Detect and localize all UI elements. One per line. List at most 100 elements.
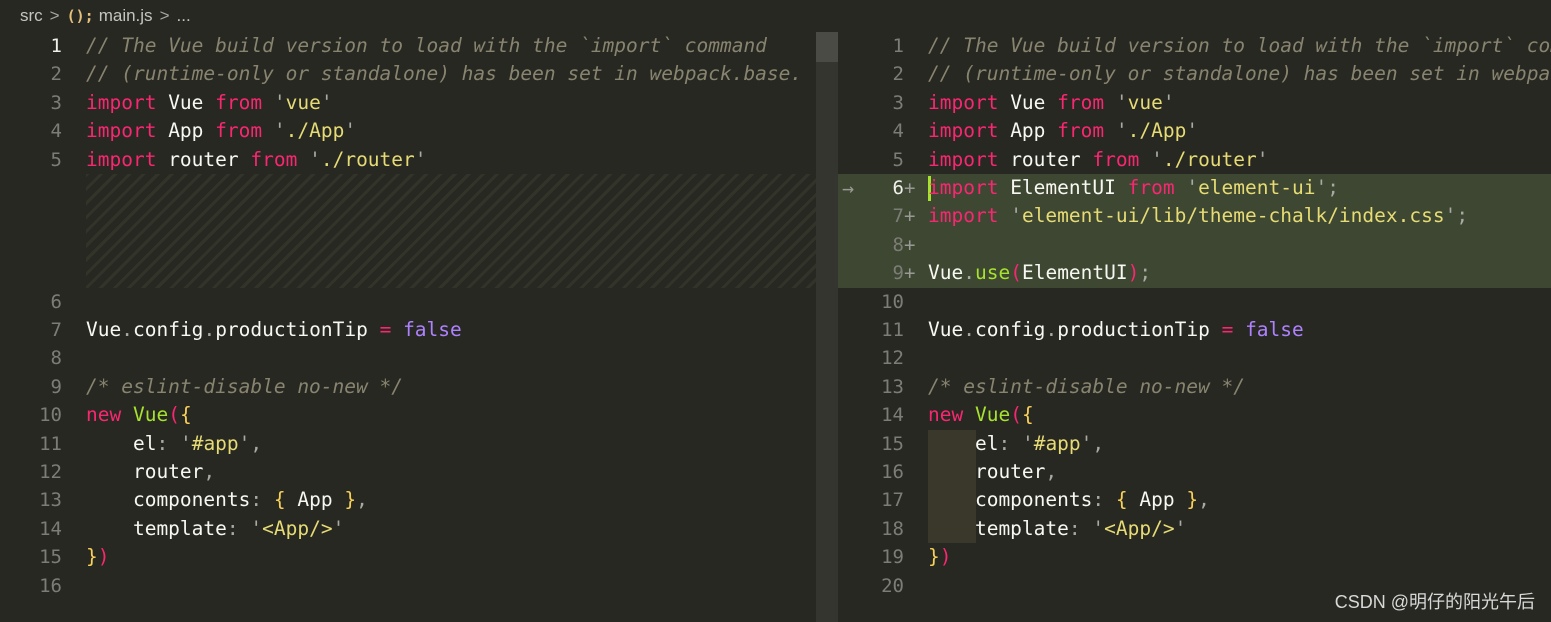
code-line[interactable]: 12 router, [0,458,838,486]
code-token: import [928,147,999,171]
code-token: ' [1186,119,1199,143]
code-token: // The Vue build version to load with th… [928,34,1551,57]
code-line[interactable]: 17 components: { App }, [838,486,1551,514]
code-token: from [1127,176,1175,199]
code-token: ' [1174,516,1187,540]
code-line[interactable]: 6 + → import ElementUI from 'element-ui'; [838,174,1551,202]
code-line[interactable]: 6 [0,288,838,316]
code-line[interactable]: 11 Vue.config.productionTip = false [838,316,1551,344]
code-line[interactable]: 5 import router from './router' [838,146,1551,174]
code-token: from [1057,90,1105,114]
code-token: vue [285,90,321,114]
code-token: ' [1092,516,1105,540]
line-number: 3 [50,91,62,114]
code-token: : [1068,516,1081,540]
code-text: import 'element-ui/lib/theme-chalk/index… [928,202,1468,230]
code-line[interactable]: 1 // The Vue build version to load with t… [0,32,838,60]
breadcrumb-separator: > [49,6,60,25]
code-line[interactable]: 18 template: '<App/>' [838,515,1551,543]
code-token: ' [320,90,333,114]
code-line[interactable]: 16 router, [838,458,1551,486]
line-number: 4 [892,120,904,143]
line-number: 19 [881,546,904,569]
breadcrumb-file[interactable]: main.js [99,6,153,26]
code-line[interactable]: 15}) [0,543,838,571]
code-token: ' [1080,431,1093,455]
code-line[interactable]: 5 import router from './router' [0,146,838,174]
code-token: { [273,488,286,512]
code-line[interactable]: 15 el: '#app', [838,430,1551,458]
code-text: Vue.config.productionTip = false [86,316,462,344]
scrollbar-thumb[interactable] [816,32,838,62]
code-line[interactable]: 4 import App from './App' [0,117,838,145]
code-token: el [86,431,157,455]
code-token: ' [273,119,286,143]
line-number: 15 [881,432,904,455]
code-token: Vue [998,90,1058,114]
code-line[interactable]: 10 new Vue({ [0,401,838,429]
code-token: ' [1115,119,1128,143]
code-line[interactable]: 14 template: '<App/>' [0,515,838,543]
code-token: ' [1444,204,1457,228]
code-line[interactable]: 2 // (runtime-only or standalone) has bee… [0,60,838,88]
code-token: router [928,460,1046,483]
modified-editor-pane[interactable]: 1 // The Vue build version to load with t… [838,32,1551,622]
code-text: // The Vue build version to load with th… [928,32,1551,60]
diff-added-marker: + [904,262,916,285]
code-line[interactable]: 8 [0,344,838,372]
code-text: template: '<App/>' [86,515,344,543]
line-number: 11 [39,432,62,455]
code-line[interactable]: 13 components: { App }, [0,486,838,514]
code-token: ( [1010,403,1022,427]
code-line[interactable]: 10 [838,288,1551,316]
code-token: ./App [1127,119,1187,143]
code-text: el: '#app', [86,430,262,458]
code-text: import router from './router' [86,146,427,174]
code-line[interactable]: 14 new Vue({ [838,401,1551,429]
code-token: // (runtime-only or standalone) has been… [928,62,1551,86]
code-token: , [356,488,368,512]
code-token: ElementUI [1021,261,1128,285]
code-token: productionTip [1057,318,1222,341]
code-line[interactable]: 1 // The Vue build version to load with t… [838,32,1551,60]
code-line[interactable]: 7 + import 'element-ui/lib/theme-chalk/ind… [838,202,1551,230]
code-line[interactable]: 7 Vue.config.productionTip = false [0,316,838,344]
code-line[interactable]: 19}) [838,543,1551,571]
code-line[interactable]: 16 [0,572,838,600]
code-line[interactable]: 12 [838,344,1551,372]
line-number: 13 [881,375,904,398]
code-line[interactable]: 2 // (runtime-only or standalone) has bee… [838,60,1551,88]
line-number: 8 [50,347,62,370]
code-token: // The Vue build version to load with th… [86,34,767,57]
code-line[interactable]: 3 import Vue from 'vue' [0,89,838,117]
code-line[interactable]: 8 + [838,231,1551,259]
vertical-scrollbar[interactable] [816,32,838,622]
code-token: : [1092,488,1105,512]
code-line[interactable]: 9 /* eslint-disable no-new */ [0,373,838,401]
diff-added-marker: + [904,205,916,228]
code-token: productionTip [215,318,380,341]
breadcrumb-folder[interactable]: src [20,6,43,26]
code-line[interactable]: 11 el: '#app', [0,430,838,458]
code-text: Vue.config.productionTip = false [928,316,1304,344]
line-number: 10 [39,404,62,427]
code-token: App [1127,488,1187,512]
code-token: template [928,516,1069,540]
code-token: ' [1315,176,1328,199]
original-editor-pane[interactable]: 1 // The Vue build version to load with t… [0,32,838,622]
code-line[interactable]: 4 import App from './App' [838,117,1551,145]
code-token: router [998,147,1093,171]
code-line[interactable]: 13 /* eslint-disable no-new */ [838,373,1551,401]
code-text: template: '<App/>' [928,515,1186,543]
code-line[interactable]: 3 import Vue from 'vue' [838,89,1551,117]
revert-arrow-icon[interactable]: → [842,174,854,202]
breadcrumb-symbols[interactable]: ... [177,6,191,26]
code-token: } [1186,488,1199,512]
code-line[interactable]: 9 + Vue.use(ElementUI); [838,259,1551,287]
code-token: : [226,516,239,540]
